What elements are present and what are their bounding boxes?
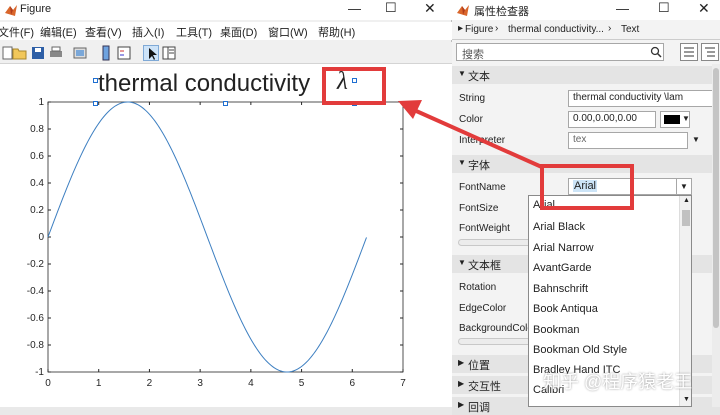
annotation-arrow bbox=[398, 100, 545, 170]
watermark-text: 知乎 @程序猿老王 bbox=[543, 372, 693, 392]
